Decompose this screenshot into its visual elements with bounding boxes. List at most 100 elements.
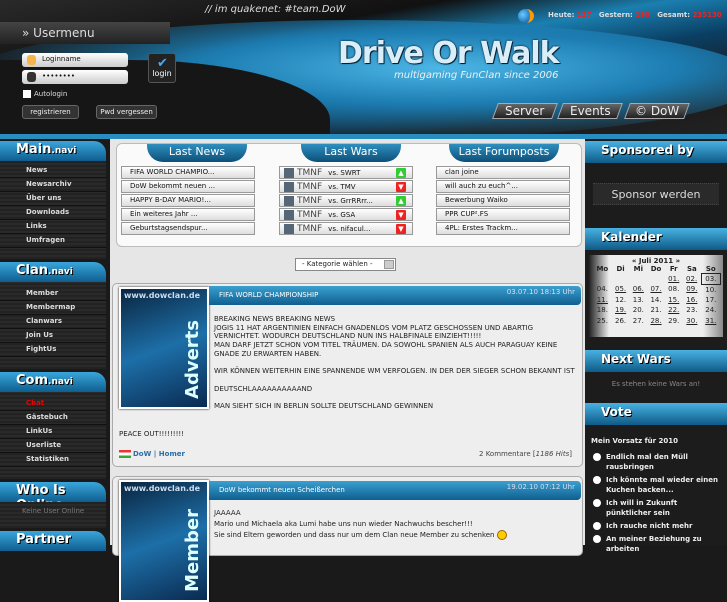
radio-button[interactable] xyxy=(593,453,601,461)
calendar-day[interactable]: 09. xyxy=(683,284,702,295)
calendar-day[interactable]: 06. xyxy=(629,284,647,295)
tab-last-news[interactable]: Last News xyxy=(147,144,247,162)
vote-option[interactable]: Ich könnte mal wieder einen Kuchen backe… xyxy=(593,475,723,495)
calendar-day[interactable]: 15. xyxy=(665,295,683,306)
weekday: So xyxy=(705,265,716,273)
register-button[interactable]: registrieren xyxy=(22,105,79,119)
vote-option[interactable]: Ich rauche nicht mehr xyxy=(593,521,723,531)
calendar-day[interactable]: 02. xyxy=(683,274,702,285)
war-link[interactable]: TMNF vs. GSA ▼ xyxy=(279,208,413,221)
forum-link[interactable]: will auch zu euch^... xyxy=(436,180,570,193)
login-button[interactable]: ✔ login xyxy=(148,53,176,83)
tab-last-wars[interactable]: Last Wars xyxy=(301,144,401,162)
forum-link[interactable]: PPR CUP².FS xyxy=(436,208,570,221)
tab-last-forumposts[interactable]: Last Forumposts xyxy=(449,144,559,162)
autologin-checkbox[interactable] xyxy=(23,90,31,98)
forum-link[interactable]: 4PL: Erstes Trackm... xyxy=(436,222,570,235)
site-logo: Drive Or Walk xyxy=(338,36,560,71)
nav-join-us[interactable]: Join Us xyxy=(0,329,106,343)
radio-button[interactable] xyxy=(593,522,601,530)
right-sidebar: Sponsored by Sponsor werden Kalender « J… xyxy=(585,139,727,553)
category-select[interactable]: - Kategorie wählen - xyxy=(295,258,396,271)
calendar-day[interactable]: 30. xyxy=(683,316,702,327)
vote-option[interactable]: An meiner Beziehung zu arbeiten xyxy=(593,534,723,554)
nav-member[interactable]: Member xyxy=(0,287,106,301)
nav-dow[interactable]: © DoW xyxy=(624,103,690,119)
news-author[interactable]: DoW | Homer xyxy=(119,450,185,458)
calendar-day: 25. xyxy=(596,316,608,325)
next-wars-header: Next Wars xyxy=(585,350,727,372)
nav-umfragen[interactable]: Umfragen xyxy=(0,234,106,248)
game-icon xyxy=(284,210,294,220)
calendar-month[interactable]: « Juli 2011 » xyxy=(589,255,723,265)
news-comments[interactable]: 2 Kommentare [1186 Hits] xyxy=(479,450,572,458)
calendar-day: 12. xyxy=(615,295,627,304)
nav-links[interactable]: Links xyxy=(0,220,106,234)
main-navi: News Newsarchiv Über uns Downloads Links… xyxy=(0,161,106,259)
radio-button[interactable] xyxy=(593,535,601,543)
nav-ueber-uns[interactable]: Über uns xyxy=(0,192,106,206)
news-link[interactable]: Ein weiteres Jahr ... xyxy=(121,208,255,221)
vote-option[interactable]: Endlich mal den Müll rausbringen xyxy=(593,452,723,472)
war-link[interactable]: TMNF vs. TMV ▼ xyxy=(279,180,413,193)
news-item: www.dowclan.de Adverts FIFA WORLD CHAMPIO… xyxy=(112,283,583,467)
calendar-day[interactable]: 22. xyxy=(665,305,683,316)
calendar-day[interactable]: 31. xyxy=(701,316,720,327)
nav-membermap[interactable]: Membermap xyxy=(0,301,106,315)
nav-userliste[interactable]: Userliste xyxy=(0,439,106,453)
nav-gaestebuch[interactable]: Gästebuch xyxy=(0,411,106,425)
nav-linkus[interactable]: LinkUs xyxy=(0,425,106,439)
calendar-day[interactable]: 01. xyxy=(665,274,683,285)
nav-news[interactable]: News xyxy=(0,164,106,178)
news-image: www.dowclan.de Adverts xyxy=(119,287,209,409)
globe-icon xyxy=(518,9,534,23)
radio-button[interactable] xyxy=(593,499,601,507)
site-header: // im quakenet: #team.DoW Heute: 137 Ges… xyxy=(0,0,727,136)
nav-clanwars[interactable]: Clanwars xyxy=(0,315,106,329)
news-body: BREAKING NEWS BREAKING NEWS JOGIS 11 HAT… xyxy=(214,315,575,411)
forum-link[interactable]: Bewerbung Waiko xyxy=(436,194,570,207)
sponsor-werden-button[interactable]: Sponsor werden xyxy=(593,183,719,205)
calendar-day: 26. xyxy=(615,316,627,325)
site-slogan: multigaming FunClan since 2006 xyxy=(394,70,559,81)
loginname-input[interactable]: Loginname xyxy=(22,53,128,67)
news-title[interactable]: DoW bekommt neuen Scheißerchen xyxy=(219,486,345,494)
nav-newsarchiv[interactable]: Newsarchiv xyxy=(0,178,106,192)
nav-fightus[interactable]: FightUs xyxy=(0,343,106,357)
checkmark-icon: ✔ xyxy=(157,56,168,71)
news-title[interactable]: FIFA WORLD CHAMPIONSHIP xyxy=(219,291,318,299)
calendar-day[interactable]: 05. xyxy=(612,284,630,295)
game-icon xyxy=(284,168,294,178)
calendar-day[interactable]: 28. xyxy=(647,316,665,327)
nav-chat[interactable]: Chat xyxy=(0,397,106,411)
news-link[interactable]: DoW bekommt neuen ... xyxy=(121,180,255,193)
news-link[interactable]: FIFA WORLD CHAMPIO... xyxy=(121,166,255,179)
news-link[interactable]: HAPPY B-DAY MARIO!... xyxy=(121,194,255,207)
calendar-day[interactable]: 19. xyxy=(612,305,630,316)
nav-events[interactable]: Events xyxy=(557,103,623,119)
vote-question: Mein Vorsatz für 2010 xyxy=(591,437,678,445)
nav-statistiken[interactable]: Statistiken xyxy=(0,453,106,467)
calendar-day[interactable]: 07. xyxy=(647,284,665,295)
nav-downloads[interactable]: Downloads xyxy=(0,206,106,220)
calendar-day[interactable]: 11. xyxy=(593,295,612,306)
war-link[interactable]: TMNF vs. nifacul... ▼ xyxy=(279,222,413,235)
war-link[interactable]: TMNF vs. GrrRRrr... ▲ xyxy=(279,194,413,207)
calendar-day[interactable]: 16. xyxy=(683,295,702,306)
vote-header: Vote xyxy=(585,403,727,425)
nav-server[interactable]: Server xyxy=(492,103,558,119)
radio-button[interactable] xyxy=(593,476,601,484)
dropdown-arrow-icon xyxy=(384,260,394,269)
calendar-day: 03. xyxy=(700,273,722,285)
forgot-password-button[interactable]: Pwd vergessen xyxy=(96,105,157,119)
calendar-day xyxy=(593,274,612,285)
password-input[interactable]: •••••••• xyxy=(22,70,128,84)
news-link[interactable]: Geburtstagsendspur... xyxy=(121,222,255,235)
war-link[interactable]: TMNF vs. SWRT ▲ xyxy=(279,166,413,179)
vote-option[interactable]: Ich will in Zukunft pünktlicher sein xyxy=(593,498,723,518)
next-wars-text: Es stehen keine Wars an! xyxy=(611,380,701,388)
main-navi-header: Main.navi xyxy=(0,141,106,161)
forum-link[interactable]: clan joine xyxy=(436,166,570,179)
calendar-day: 18. xyxy=(596,306,608,315)
win-icon: ▲ xyxy=(396,196,406,206)
